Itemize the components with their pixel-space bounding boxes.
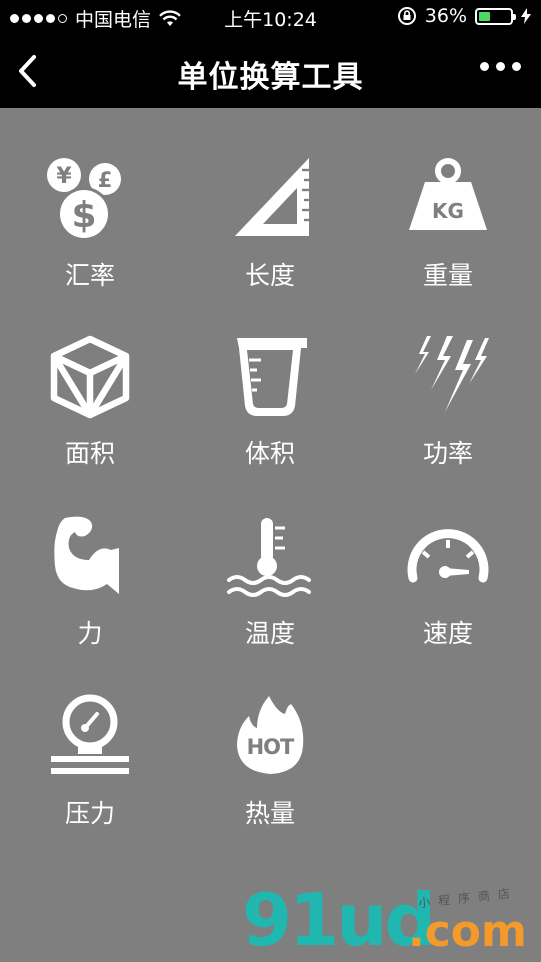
charging-bolt-icon bbox=[521, 8, 531, 24]
tool-label: 压力 bbox=[64, 799, 115, 828]
tool-label: 面积 bbox=[64, 439, 115, 468]
pound-glyph: £ bbox=[98, 168, 113, 192]
tool-label: 速度 bbox=[422, 619, 473, 648]
measuring-cup-icon bbox=[237, 338, 307, 416]
status-right: 36% bbox=[397, 5, 531, 27]
currency-coins-icon: ¥ £ $ bbox=[47, 158, 121, 241]
speedometer-icon bbox=[407, 529, 489, 583]
box-icon bbox=[50, 335, 130, 419]
orientation-lock-icon bbox=[397, 7, 416, 25]
tool-label: 长度 bbox=[244, 261, 295, 290]
tool-exchange-rate[interactable]: ¥ £ $ 汇率 bbox=[0, 156, 180, 292]
hot-text: HOT bbox=[247, 735, 295, 759]
tool-pressure[interactable]: 压力 bbox=[0, 694, 180, 830]
yen-glyph: ¥ bbox=[56, 164, 72, 189]
tool-label: 力 bbox=[77, 619, 103, 648]
status-bar: 中国电信 上午10:24 36% bbox=[0, 0, 541, 34]
tool-force[interactable]: 力 bbox=[0, 514, 180, 650]
kg-text: KG bbox=[432, 199, 464, 223]
pressure-gauge-icon bbox=[51, 694, 129, 774]
tool-temperature[interactable]: 温度 bbox=[180, 514, 360, 650]
watermark-domain: .com bbox=[408, 906, 527, 957]
more-dots-icon[interactable] bbox=[480, 62, 521, 71]
page-title: 单位换算工具 bbox=[177, 60, 364, 95]
tool-label: 热量 bbox=[244, 799, 295, 828]
tool-label: 功率 bbox=[422, 439, 473, 468]
kg-weight-icon: KG bbox=[409, 158, 487, 230]
dollar-glyph: $ bbox=[71, 195, 96, 236]
bicep-icon bbox=[54, 516, 120, 594]
tool-power[interactable]: 功率 bbox=[358, 334, 538, 470]
battery-icon bbox=[475, 7, 516, 25]
watermark: 91ud 小程序商店 .com bbox=[242, 878, 541, 962]
tool-label: 温度 bbox=[244, 619, 295, 648]
tool-heat[interactable]: HOT 热量 bbox=[180, 694, 360, 830]
tool-area[interactable]: 面积 bbox=[0, 334, 180, 470]
tool-weight[interactable]: KG 重量 bbox=[358, 156, 538, 292]
tool-label: 重量 bbox=[422, 261, 473, 290]
thermometer-icon bbox=[227, 518, 311, 597]
battery-percent: 36% bbox=[424, 5, 467, 27]
tool-volume[interactable]: 体积 bbox=[180, 334, 360, 470]
tool-speed[interactable]: 速度 bbox=[358, 514, 538, 650]
tool-label: 体积 bbox=[244, 439, 295, 468]
tool-length[interactable]: 长度 bbox=[180, 156, 360, 292]
set-square-icon bbox=[235, 158, 309, 236]
navigation-bar: 单位换算工具 bbox=[0, 34, 541, 108]
hot-flame-icon: HOT bbox=[237, 696, 304, 774]
lightning-icon bbox=[415, 336, 489, 412]
watermark-main: 91ud bbox=[242, 878, 436, 962]
tool-label: 汇率 bbox=[64, 261, 115, 290]
